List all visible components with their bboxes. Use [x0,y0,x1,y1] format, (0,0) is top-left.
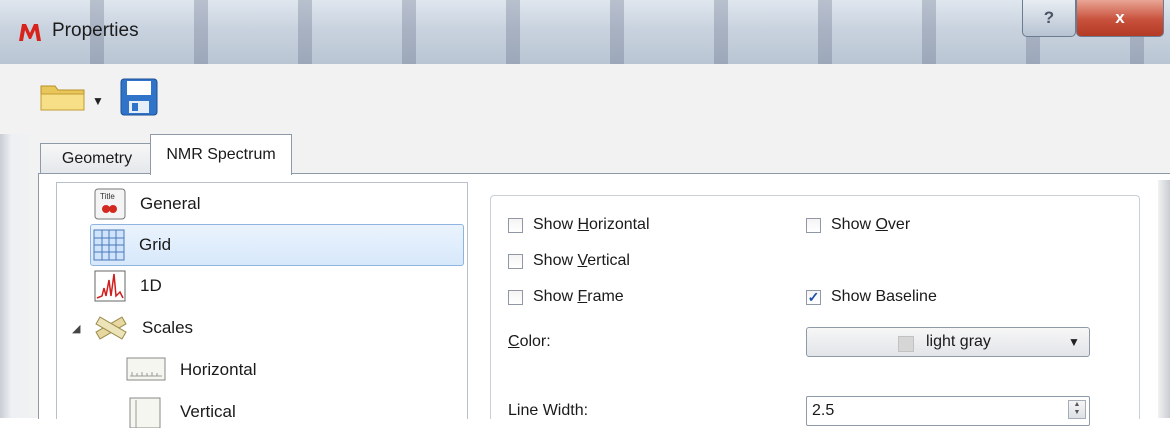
title-bar-background [0,0,1170,64]
window-right-edge [1158,180,1170,418]
show-frame-checkbox[interactable]: Show Frame [508,288,624,306]
spectrum-icon [94,270,126,302]
color-swatch [898,336,914,352]
close-button[interactable]: x [1076,0,1164,37]
title-bar [0,0,1170,65]
checkbox-label: Show Baseline [831,288,937,305]
checkbox-box[interactable] [508,253,523,269]
save-icon[interactable] [120,78,158,116]
expand-collapse-icon[interactable]: ◢ [72,322,80,335]
window-title: Properties [52,20,139,41]
color-select-value: light gray [926,333,991,350]
checkbox-box[interactable] [806,217,821,233]
grid-icon [93,229,125,261]
show-over-checkbox[interactable]: Show Over [806,216,910,234]
line-width-value[interactable]: 2.5 [812,402,834,420]
title-icon: Title [94,188,126,220]
tree-item-horizontal[interactable]: Horizontal [126,350,257,390]
tree-item-label: Grid [139,235,172,254]
tree-item-vertical[interactable]: Vertical [126,392,236,432]
vertical-scale-icon [129,397,161,428]
tree-item-label: 1D [140,276,162,295]
scales-icon [95,316,127,340]
tree-item-label: General [140,194,201,213]
show-horizontal-checkbox[interactable]: Show Horizontal [508,216,650,234]
checkbox-box[interactable] [508,217,523,233]
tree-item-scales[interactable]: Scales [94,308,193,348]
checkbox-checked-box[interactable]: ✓ [806,289,821,305]
open-dropdown-icon[interactable]: ▼ [92,94,104,108]
line-width-spinbox[interactable] [806,396,1090,426]
line-width-label: Line Width: [508,402,589,419]
folder-icon[interactable] [40,82,86,112]
show-baseline-checkbox[interactable]: ✓ Show Baseline [806,288,937,306]
show-vertical-checkbox[interactable]: Show Vertical [508,252,630,270]
checkbox-label: Show Horizontal [533,216,650,233]
app-logo-icon [19,24,41,41]
tree-item-label: Scales [142,318,194,337]
checkbox-label: Show Over [831,216,911,233]
toolbar [0,64,1170,134]
chevron-down-icon[interactable]: ▼ [1068,335,1080,349]
tree-item-general[interactable]: Title General [94,184,200,224]
window-left-edge [0,134,38,418]
tree-item-label: Vertical [180,402,236,421]
tree-item-1d[interactable]: 1D [94,266,162,306]
tab-nmr-spectrum[interactable]: NMR Spectrum [150,134,292,175]
color-label: Color: [508,333,551,350]
checkbox-box[interactable] [508,289,523,305]
tree-item-label: Horizontal [180,360,257,379]
svg-text:Title: Title [100,192,115,201]
checkbox-label: Show Frame [533,288,624,305]
help-button[interactable]: ? [1022,0,1076,37]
checkbox-label: Show Vertical [533,252,630,269]
horizontal-scale-icon [126,357,166,381]
tab-geometry[interactable]: Geometry [40,143,154,174]
spin-arrows-icon[interactable]: ▲ ▼ [1068,400,1086,419]
tree-item-grid[interactable]: Grid [90,224,464,266]
